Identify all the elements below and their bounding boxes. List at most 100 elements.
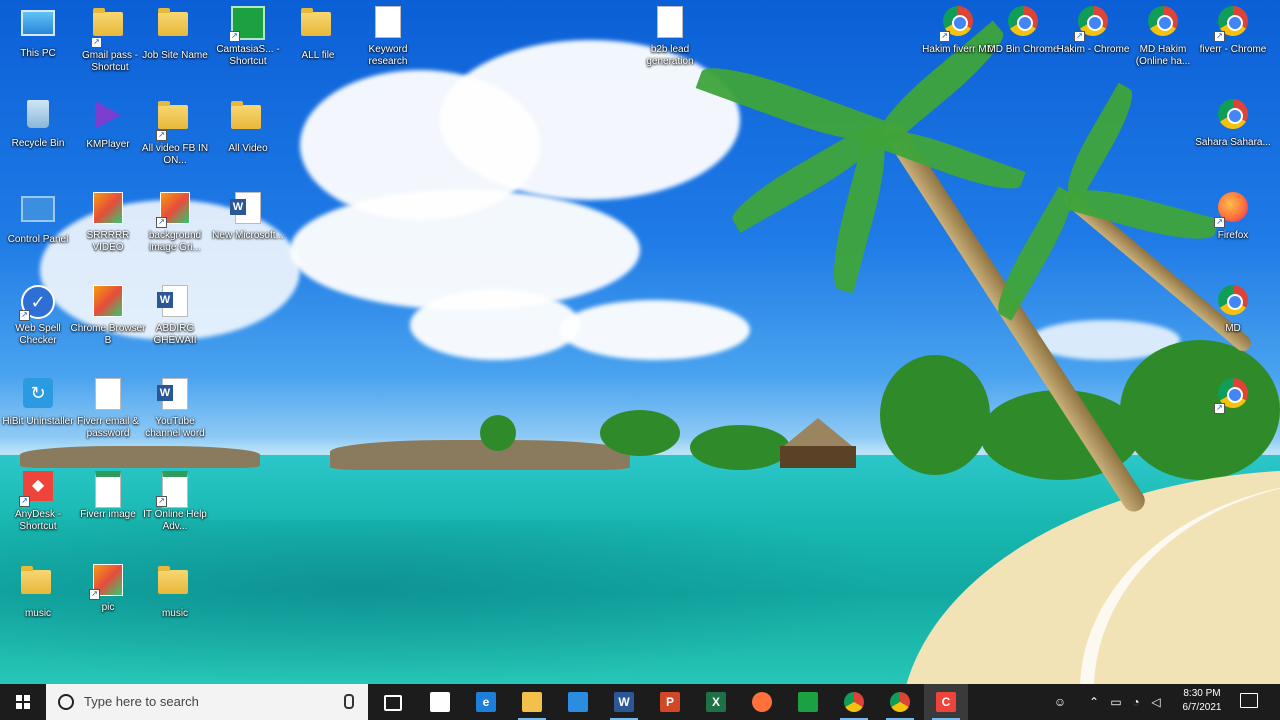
- desktop-icon-label: MD: [1225, 323, 1241, 334]
- chrome-icon: [844, 692, 864, 712]
- desktop-icon-anydesk[interactable]: ◆ ↗ AnyDesk - Shortcut: [0, 469, 76, 533]
- shortcut-arrow-icon: ↗: [19, 496, 30, 507]
- edge-icon: e: [476, 692, 496, 712]
- chrome-icon: [1216, 285, 1250, 319]
- desktop-icon-label: Job Site Name: [142, 50, 208, 61]
- taskbar-mail[interactable]: [556, 684, 600, 720]
- taskbar-chrome-1[interactable]: [832, 684, 876, 720]
- pdf-icon: [91, 471, 125, 508]
- desktop-icon-youtube-word[interactable]: YouTube channel word: [137, 376, 213, 440]
- desktop-icon-label: Fiverr image: [80, 509, 136, 520]
- folder-icon: [522, 692, 542, 712]
- system-clock[interactable]: 8:30 PM 6/7/2021: [1170, 687, 1234, 715]
- battery-icon[interactable]: ▭: [1106, 684, 1126, 720]
- folder-icon: [158, 566, 192, 604]
- desktop-icon-keyword-research[interactable]: Keyword research: [350, 4, 426, 68]
- doc-icon: [371, 6, 405, 40]
- desktop-icon-fiverr-image[interactable]: Fiverr image: [70, 469, 146, 521]
- desktop-icon-chrome-md-bin[interactable]: MD Bin Chrome: [985, 4, 1061, 56]
- desktop-icon-label: b2b lead generation: [646, 44, 694, 67]
- pc-icon: [21, 10, 55, 44]
- start-button[interactable]: [0, 684, 46, 720]
- clock-date: 6/7/2021: [1182, 702, 1222, 713]
- desktop-icon-job-site-name[interactable]: Job Site Name: [137, 4, 213, 62]
- desktop-icon-background-image[interactable]: ↗ background image Gri...: [137, 190, 213, 254]
- desktop-icon-camtasia[interactable]: ↗ CamtasiaS... - Shortcut: [210, 4, 286, 68]
- desktop-icon-label: Keyword research: [368, 44, 408, 67]
- desktop-icon-this-pc[interactable]: This PC: [0, 4, 76, 60]
- folder-icon: [231, 101, 265, 139]
- chevron-up-icon[interactable]: ⌃: [1084, 684, 1104, 720]
- bin-icon: [21, 100, 55, 134]
- taskbar-chrome-2[interactable]: [878, 684, 922, 720]
- word-icon: W: [614, 692, 634, 712]
- clock-time: 8:30 PM: [1183, 688, 1221, 699]
- shortcut-arrow-icon: ↗: [156, 130, 167, 141]
- taskbar-powerpoint[interactable]: P: [648, 684, 692, 720]
- img-icon: [91, 285, 125, 319]
- desktop-icon-new-microsoft[interactable]: New Microsoft...: [210, 190, 286, 242]
- desktop-icon-img-file-1[interactable]: SRRRRR VIDEO: [70, 190, 146, 254]
- desktop-icon-chrome-sahara[interactable]: Sahara Sahara...: [1195, 97, 1271, 149]
- tree: [600, 410, 680, 456]
- desktop-icon-chrome-hakim[interactable]: ↗ Hakim - Chrome: [1055, 4, 1131, 56]
- desktop-icon-uninstaller[interactable]: ↻ HiBit Uninstaller: [0, 376, 76, 428]
- desktop-icon-label: Sahara Sahara...: [1195, 137, 1271, 148]
- pdf-icon: ↗: [156, 471, 192, 508]
- chrome-icon: [1216, 99, 1250, 133]
- desktop-icon-label: music: [161, 608, 189, 619]
- desktop-icon-label: music: [24, 608, 52, 619]
- desktop-icon-chrome-browser[interactable]: Chrome Browser B: [70, 283, 146, 347]
- taskbar-search-box[interactable]: Type here to search: [46, 684, 368, 720]
- desktop-icon-recycle-bin[interactable]: Recycle Bin: [0, 97, 76, 150]
- word-icon: [230, 192, 265, 226]
- desktop-icon-word-file-2[interactable]: ABDIRG GHEWAII: [137, 283, 213, 347]
- desktop-icon-it-online-help[interactable]: ↗ IT Online Help Adv...: [137, 469, 213, 533]
- desktop-icon-folder-pic[interactable]: ↗ pic: [70, 562, 146, 614]
- people-icon[interactable]: ☺: [1048, 684, 1072, 720]
- desktop-icon-fiverr-email[interactable]: Fiverr email & password: [70, 376, 146, 440]
- taskbar-camtasia[interactable]: [786, 684, 830, 720]
- shortcut-arrow-icon: ↗: [1074, 31, 1085, 42]
- mail-icon: [568, 692, 588, 712]
- desktop-icon-chrome-md[interactable]: MD: [1195, 283, 1271, 335]
- taskbar-edge[interactable]: e: [464, 684, 508, 720]
- anydesk-icon: ◆ ↗: [19, 471, 55, 507]
- desktop-icon-all-video[interactable]: All Video: [210, 97, 286, 155]
- powerpoint-icon: P: [660, 692, 680, 712]
- tree: [480, 415, 516, 451]
- volume-icon[interactable]: ◁: [1146, 684, 1166, 720]
- taskbar-task-view[interactable]: [370, 684, 414, 720]
- network-icon[interactable]: ◔: [1126, 684, 1146, 720]
- desktop-icon-folder-music-2[interactable]: music: [137, 562, 213, 620]
- desktop-icon-chrome-md-hakim[interactable]: MD Hakim (Online ha...: [1125, 4, 1201, 68]
- desktop-icon-chrome-plain[interactable]: ↗: [1195, 376, 1271, 416]
- desktop-icon-folder-music[interactable]: music: [0, 562, 76, 620]
- desktop-icon-control-panel[interactable]: Control Panel: [0, 190, 76, 246]
- folder-icon: ↗: [91, 8, 127, 48]
- desktop-icon-all-file[interactable]: ALL file: [280, 4, 356, 62]
- desktop-icon-firefox[interactable]: ↗ Firefox: [1195, 190, 1271, 242]
- desktop-icon-label: SRRRRR VIDEO: [86, 230, 130, 253]
- desktop-icon-kmplayer[interactable]: KMPlayer: [70, 97, 146, 151]
- taskbar-camtasia-recorder[interactable]: C: [924, 684, 968, 720]
- camtasia-icon: ↗: [229, 6, 265, 42]
- camtasia-icon: [798, 692, 818, 712]
- desktop-icon-all-video-fb[interactable]: ↗ All video FB IN ON...: [137, 97, 213, 167]
- cp-icon: [21, 196, 55, 230]
- desktop-icon-chrome-fiverr[interactable]: ↗ fiverr - Chrome: [1195, 4, 1271, 56]
- taskbar-file-explorer[interactable]: [510, 684, 554, 720]
- folder-icon: [301, 8, 335, 46]
- desktop-icon-label: Control Panel: [7, 234, 69, 245]
- notification-center-icon[interactable]: [1240, 693, 1258, 708]
- taskbar-firefox[interactable]: [740, 684, 784, 720]
- taskbar-word[interactable]: W: [602, 684, 646, 720]
- desktop-icon-label: IT Online Help Adv...: [143, 509, 207, 532]
- recorder-icon: C: [936, 692, 956, 712]
- desktop-icon-spell-checker[interactable]: ✓ ↗ Web Spell Checker: [0, 283, 76, 347]
- desktop-icon-b2b-lead[interactable]: b2b lead generation: [632, 4, 708, 68]
- taskbar-excel[interactable]: X: [694, 684, 738, 720]
- img-icon: ↗: [156, 192, 192, 228]
- microphone-icon[interactable]: [344, 694, 354, 709]
- taskbar-store[interactable]: [418, 684, 462, 720]
